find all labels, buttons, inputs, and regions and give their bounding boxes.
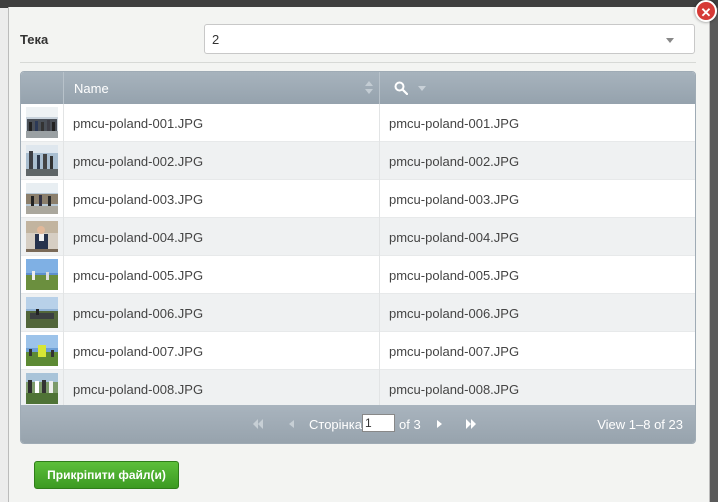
title-cell: pmcu-poland-002.JPG xyxy=(389,154,520,169)
table-row[interactable]: pmcu-poland-008.JPG pmcu-poland-008.JPG xyxy=(21,370,695,408)
table-row[interactable]: pmcu-poland-003.JPG pmcu-poland-003.JPG xyxy=(21,180,695,218)
table-row[interactable]: pmcu-poland-007.JPG pmcu-poland-007.JPG xyxy=(21,332,695,370)
table-row[interactable]: pmcu-poland-001.JPG pmcu-poland-001.JPG xyxy=(21,104,695,142)
chevron-down-icon xyxy=(666,38,674,43)
grid-header: Name xyxy=(21,72,695,104)
thumbnail-image xyxy=(26,335,58,366)
name-cell: pmcu-poland-006.JPG xyxy=(64,294,380,332)
name-cell: pmcu-poland-003.JPG xyxy=(64,180,380,218)
page-count: of 3 xyxy=(399,417,421,432)
prev-page-icon[interactable] xyxy=(284,417,300,431)
thumbnail-image xyxy=(26,221,58,252)
name-cell: pmcu-poland-001.JPG xyxy=(64,104,380,142)
table-row[interactable]: pmcu-poland-005.JPG pmcu-poland-005.JPG xyxy=(21,256,695,294)
chevron-down-icon[interactable] xyxy=(418,86,426,91)
next-page-icon[interactable] xyxy=(431,417,447,431)
table-row[interactable]: pmcu-poland-004.JPG pmcu-poland-004.JPG xyxy=(21,218,695,256)
grid-rows: pmcu-poland-001.JPG pmcu-poland-001.JPG … xyxy=(21,104,695,408)
header-thumb-column xyxy=(21,72,64,104)
page-label: Сторінка xyxy=(309,417,362,432)
folder-row: Тека 2 xyxy=(20,22,696,63)
folder-select-value: 2 xyxy=(212,32,220,47)
title-cell: pmcu-poland-003.JPG xyxy=(389,192,520,207)
table-row[interactable]: pmcu-poland-006.JPG pmcu-poland-006.JPG xyxy=(21,294,695,332)
title-cell: pmcu-poland-006.JPG xyxy=(389,306,520,321)
file-grid: Name pmcu-poland-001.JPG pmcu-poland-001… xyxy=(20,71,696,444)
folder-select[interactable]: 2 xyxy=(204,24,695,54)
page-number-input[interactable] xyxy=(362,414,395,432)
first-page-icon[interactable] xyxy=(250,417,266,431)
name-cell: pmcu-poland-008.JPG xyxy=(64,370,380,408)
close-icon[interactable]: ✕ xyxy=(695,0,717,22)
title-cell: pmcu-poland-004.JPG xyxy=(389,230,520,245)
name-cell: pmcu-poland-007.JPG xyxy=(64,332,380,370)
title-cell: pmcu-poland-005.JPG xyxy=(389,268,520,283)
thumbnail-image xyxy=(26,297,58,328)
header-name-label: Name xyxy=(74,81,109,96)
name-cell: pmcu-poland-002.JPG xyxy=(64,142,380,180)
table-row[interactable]: pmcu-poland-002.JPG pmcu-poland-002.JPG xyxy=(21,142,695,180)
records-info: View 1–8 of 23 xyxy=(597,417,683,432)
thumbnail-image xyxy=(26,259,58,290)
title-cell: pmcu-poland-008.JPG xyxy=(389,382,520,397)
last-page-icon[interactable] xyxy=(463,417,479,431)
thumbnail-image xyxy=(26,373,58,404)
thumbnail-image xyxy=(26,145,58,176)
folder-label: Тека xyxy=(20,32,49,47)
header-search-column[interactable] xyxy=(380,72,695,104)
sort-icon[interactable] xyxy=(365,81,373,95)
search-icon[interactable] xyxy=(394,81,408,95)
name-cell: pmcu-poland-004.JPG xyxy=(64,218,380,256)
name-cell: pmcu-poland-005.JPG xyxy=(64,256,380,294)
thumbnail-image xyxy=(26,107,58,138)
attach-files-button[interactable]: Прикріпити файл(и) xyxy=(34,461,179,489)
header-name-column[interactable]: Name xyxy=(64,72,380,104)
thumbnail-image xyxy=(26,183,58,214)
title-cell: pmcu-poland-007.JPG xyxy=(389,344,520,359)
title-cell: pmcu-poland-001.JPG xyxy=(389,116,520,131)
pager: Сторінка of 3 View 1–8 of 23 xyxy=(21,405,695,443)
